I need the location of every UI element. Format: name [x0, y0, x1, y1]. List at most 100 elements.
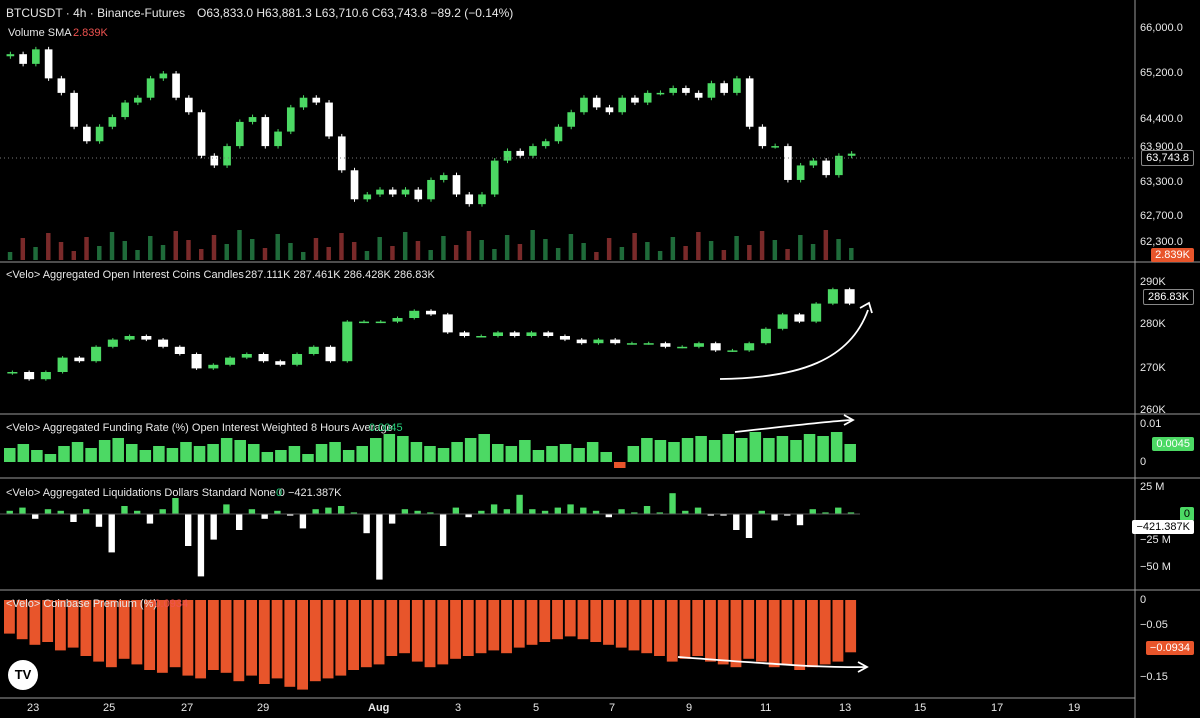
funding-bar [532, 450, 545, 462]
price-candle [529, 146, 537, 156]
liquidation-bar [401, 509, 409, 514]
volume-bar [543, 239, 548, 260]
oi-candle [576, 339, 587, 344]
time-axis-label: 7 [609, 702, 616, 714]
premium-bar [399, 600, 410, 654]
price-candle [223, 146, 231, 166]
volume-bar [759, 231, 765, 260]
price-candle [835, 155, 843, 176]
price-axis-label: 66,000.0 [1140, 22, 1183, 34]
volume-bar [479, 240, 484, 260]
oi-axis-label: 270K [1140, 362, 1166, 374]
price-candle [235, 121, 244, 147]
liquidation-bar [643, 506, 651, 514]
oi-panel-title[interactable]: <Velo> Aggregated Open Interest Coins Ca… [6, 269, 244, 281]
volume-bar [683, 246, 688, 260]
premium-tag: −0.0934 [1145, 641, 1194, 655]
price-candle [401, 189, 410, 195]
premium-bar [348, 600, 359, 670]
funding-bar [464, 438, 477, 462]
premium-bar [513, 600, 525, 648]
volume-bar [135, 250, 140, 260]
volume-bar [288, 243, 293, 260]
time-axis-label: 11 [760, 702, 772, 714]
oi-candle [677, 346, 688, 349]
premium-bar [615, 600, 627, 648]
premium-bar [462, 600, 474, 656]
premium-bar [564, 600, 576, 637]
oi-candle [24, 372, 35, 380]
liq-axis-label: −50 M [1140, 561, 1171, 573]
premium-bar [832, 600, 844, 662]
premium-bar [220, 600, 232, 673]
funding-bar [126, 444, 138, 462]
time-axis-label: 15 [914, 702, 927, 714]
funding-bar [410, 442, 423, 462]
price-candle [656, 92, 665, 95]
volume-bar [250, 239, 255, 260]
oi-candle [643, 343, 654, 345]
funding-bar [166, 448, 179, 462]
premium-panel-title[interactable]: <Velo> Coinbase Premium (%) [6, 598, 157, 610]
premium-bar [666, 600, 678, 662]
funding-bar [803, 434, 816, 462]
volume-bar [224, 244, 229, 260]
volume-bar [339, 233, 344, 260]
price-candle [299, 97, 308, 108]
tradingview-logo-icon[interactable]: TV [8, 660, 38, 690]
premium-bar [322, 600, 334, 679]
funding-axis-label: 0 [1140, 456, 1147, 468]
oi-candle [308, 346, 319, 354]
chart-canvas[interactable] [0, 0, 1200, 718]
volume-sma-label[interactable]: Volume SMA [8, 27, 72, 39]
premium-bar [258, 600, 270, 684]
funding-bar [85, 448, 97, 462]
premium-bar [705, 600, 716, 662]
oi-candle [191, 354, 202, 369]
price-candle [580, 97, 588, 113]
funding-bar [736, 438, 748, 462]
funding-tag: 0.0045 [1152, 437, 1194, 451]
price-candle [631, 97, 639, 103]
oi-trend-arrow [719, 309, 869, 380]
funding-bar [44, 454, 57, 462]
liquidation-bar [669, 493, 676, 514]
liquidation-bar [745, 514, 753, 538]
volume-bar [33, 247, 38, 260]
oi-candle [425, 310, 437, 315]
liq-panel-title[interactable]: <Velo> Aggregated Liquidations Dollars S… [6, 487, 285, 499]
premium-bar [195, 600, 207, 679]
funding-bar [790, 440, 802, 462]
funding-bar [315, 444, 328, 462]
volume-bar [84, 237, 89, 260]
price-axis-label: 62,700.0 [1140, 210, 1183, 222]
price-axis-label: 62,300.0 [1140, 236, 1183, 248]
funding-bar [830, 432, 843, 462]
price-candle [567, 112, 576, 127]
premium-axis-label: −0.15 [1140, 671, 1168, 683]
price-candle [809, 160, 818, 166]
premium-bar [756, 600, 767, 662]
volume-bar [734, 236, 739, 260]
liq-axis-label: −25 M [1140, 534, 1171, 546]
symbol-title[interactable]: BTCUSDT · 4h · Binance-Futures [6, 6, 185, 20]
volume-bar [696, 232, 701, 260]
volume-bar [199, 249, 204, 260]
premium-bar [717, 600, 729, 665]
oi-candle [208, 364, 219, 369]
time-axis-label: 23 [27, 702, 40, 714]
oi-tag: 286.83K [1143, 289, 1194, 305]
premium-bar [284, 600, 296, 687]
premium-bar [526, 600, 538, 645]
funding-panel-title[interactable]: <Velo> Aggregated Funding Rate (%) Open … [6, 422, 393, 434]
volume-bar [173, 231, 178, 260]
premium-bar [603, 600, 614, 645]
volume-bar [7, 252, 13, 260]
liq-axis-label: 25 M [1140, 481, 1165, 493]
oi-candle [258, 354, 269, 362]
price-candle [146, 78, 155, 98]
premium-bar [424, 600, 436, 668]
premium-bar [105, 600, 117, 668]
price-candle [32, 49, 40, 64]
funding-bar [478, 434, 490, 462]
